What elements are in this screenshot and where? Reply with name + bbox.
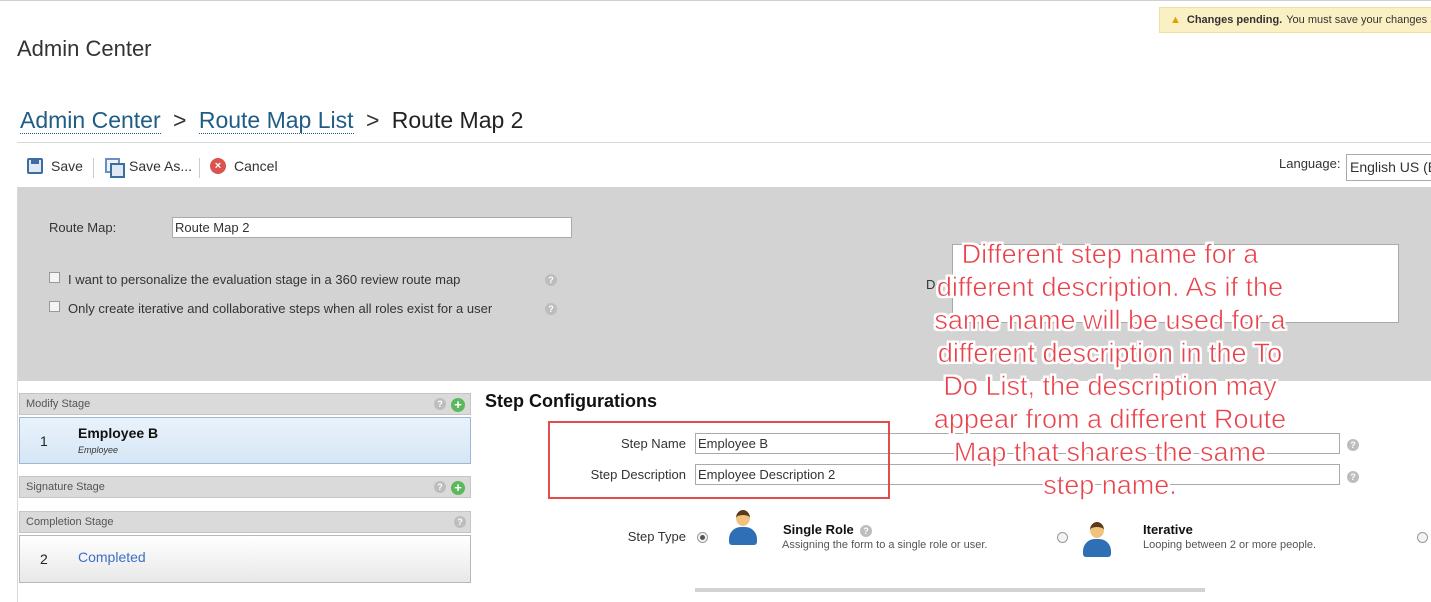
step-number: 2 (40, 551, 48, 567)
route-map-label: Route Map: (49, 220, 117, 235)
breadcrumb-current: Route Map 2 (391, 107, 524, 133)
language-label: Language: (1279, 156, 1341, 171)
toolbar-divider (199, 158, 200, 178)
breadcrumb-admin-center[interactable]: Admin Center (20, 107, 161, 134)
toolbar-divider (93, 158, 94, 178)
help-icon[interactable]: ? (545, 274, 557, 286)
step-role: Employee (78, 445, 119, 455)
breadcrumb-route-map-list[interactable]: Route Map List (198, 107, 354, 134)
language-select[interactable]: English US (E (1346, 154, 1431, 181)
breadcrumb-separator: > (173, 107, 187, 133)
top-divider (0, 0, 1431, 1)
iterative-title: Iterative (1143, 522, 1193, 537)
completion-stage-header: Completion Stage ? (19, 511, 471, 533)
step-config-title: Step Configurations (485, 391, 657, 411)
step-type-label: Step Type (627, 529, 686, 544)
breadcrumb: Admin Center > Route Map List > Route Ma… (20, 107, 523, 134)
modify-stage-header: Modify Stage ? + (19, 393, 471, 415)
iterative-subtitle: Looping between 2 or more people. (1143, 539, 1317, 551)
cancel-icon: × (210, 158, 226, 174)
toolbar: Save Save As... × Cancel (17, 143, 1431, 187)
iterative-radio[interactable] (1057, 532, 1068, 543)
help-icon[interactable]: ? (860, 525, 872, 537)
help-icon[interactable]: ? (434, 398, 446, 410)
help-icon[interactable]: ? (434, 481, 446, 493)
save-icon (27, 158, 43, 174)
single-role-title: Single Role (783, 522, 854, 537)
pending-text: You must save your changes (1286, 14, 1428, 26)
route-map-name-input[interactable]: Route Map 2 (172, 217, 572, 238)
save-label: Save (51, 158, 83, 174)
cancel-button[interactable]: × Cancel (210, 158, 278, 174)
save-as-icon (105, 158, 125, 178)
help-icon[interactable]: ? (1347, 439, 1359, 451)
collaborative-radio[interactable] (1417, 532, 1428, 543)
personalize-360-label: I want to personalize the evaluation sta… (68, 272, 461, 287)
step-name-link[interactable]: Completed (78, 549, 146, 565)
signature-stage-title: Signature Stage (26, 481, 105, 493)
iterative-steps-label: Only create iterative and collaborative … (68, 301, 493, 316)
save-button[interactable]: Save (27, 158, 83, 174)
single-role-person-icon (726, 510, 760, 546)
single-role-radio[interactable] (697, 532, 708, 543)
save-as-button[interactable]: Save As... (105, 158, 193, 178)
step-row-employee-b[interactable]: 1 Employee B Employee (19, 417, 471, 464)
iterative-steps-checkbox[interactable] (49, 301, 60, 312)
step-name: Employee B (78, 425, 159, 441)
annotation-note: Different step name for a different desc… (933, 239, 1287, 501)
breadcrumb-separator: > (365, 107, 380, 133)
highlight-box (548, 421, 890, 499)
step-number: 1 (40, 433, 48, 449)
help-icon[interactable]: ? (545, 303, 557, 315)
modify-stage-title: Modify Stage (26, 398, 91, 410)
step-row-completed[interactable]: 2 Completed (19, 535, 471, 583)
help-icon[interactable]: ? (1347, 471, 1359, 483)
pending-bold-text: Changes pending. (1186, 14, 1283, 26)
changes-pending-banner: ▲ Changes pending. You must save your ch… (1159, 7, 1431, 33)
app-title: Admin Center (17, 36, 152, 61)
bottom-section-edge (695, 588, 1205, 592)
signature-stage-header: Signature Stage ? + (19, 476, 471, 498)
personalize-360-checkbox[interactable] (49, 272, 60, 283)
add-step-icon[interactable]: + (451, 398, 465, 412)
single-role-subtitle: Assigning the form to a single role or u… (782, 539, 988, 551)
add-step-icon[interactable]: + (451, 481, 465, 495)
cancel-label: Cancel (234, 158, 278, 174)
iterative-people-icon (1080, 522, 1114, 558)
completion-stage-title: Completion Stage (26, 516, 114, 528)
warning-icon: ▲ (1170, 14, 1181, 26)
save-as-label: Save As... (129, 158, 193, 174)
help-icon[interactable]: ? (454, 516, 466, 528)
